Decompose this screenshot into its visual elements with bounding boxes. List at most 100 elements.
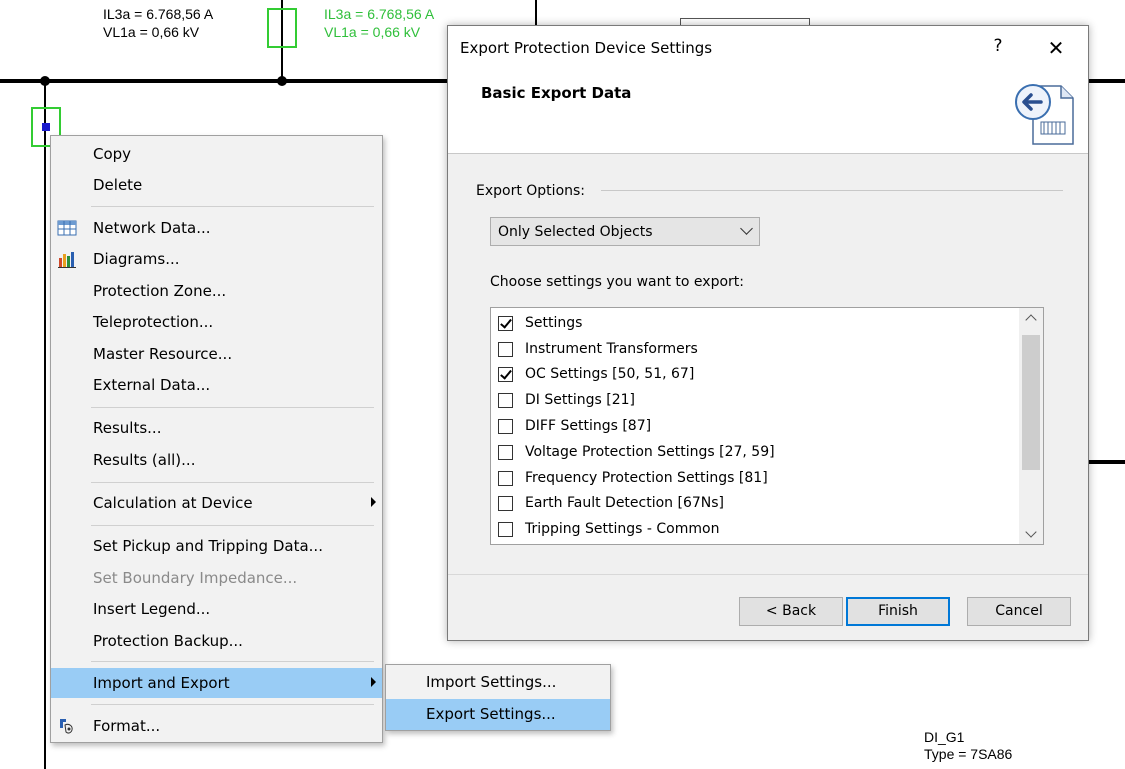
wizard-step-heading: Basic Export Data	[481, 84, 632, 102]
chevron-down-icon	[740, 222, 753, 235]
menu-item-label: Results...	[93, 419, 162, 437]
menu-item-label: Protection Zone...	[93, 282, 227, 300]
export-protection-dialog: Export Protection Device Settings ? ✕ Ba…	[447, 25, 1089, 641]
submenu-arrow-icon	[371, 677, 376, 687]
menu-item-teleprotection[interactable]: Teleprotection...	[51, 307, 382, 337]
list-item-label: Settings	[525, 315, 583, 331]
menu-item-label: Calculation at Device	[93, 494, 253, 512]
menu-item-diagrams[interactable]: Diagrams...	[51, 244, 382, 274]
list-item-frequency-protection[interactable]: Frequency Protection Settings [81]	[491, 465, 1016, 491]
menu-item-label: Diagrams...	[93, 250, 180, 268]
selected-device-node[interactable]	[42, 123, 50, 131]
menu-item-network-data[interactable]: Network Data...	[51, 213, 382, 243]
scroll-down-icon[interactable]	[1019, 524, 1043, 544]
format-icon	[60, 719, 73, 734]
menu-item-label: Copy	[93, 145, 132, 163]
list-item-label: Tripping Settings - Common	[525, 521, 720, 537]
list-item-diff-settings[interactable]: DIFF Settings [87]	[491, 413, 1016, 439]
menu-item-protection-zone[interactable]: Protection Zone...	[51, 276, 382, 306]
checkbox[interactable]	[498, 496, 513, 511]
menu-item-results[interactable]: Results...	[51, 413, 382, 443]
menu-separator	[91, 525, 374, 526]
submenu-arrow-icon	[371, 497, 376, 507]
menu-item-external-data[interactable]: External Data...	[51, 370, 382, 400]
menu-item-label: Export Settings...	[426, 705, 556, 723]
menu-item-set-boundary-impedance: Set Boundary Impedance...	[51, 563, 382, 593]
checkbox[interactable]	[498, 367, 513, 382]
checkbox[interactable]	[498, 471, 513, 486]
branch-line-top-right	[535, 0, 537, 25]
scroll-up-icon[interactable]	[1019, 308, 1043, 328]
menu-item-format[interactable]: Format...	[51, 711, 382, 741]
vertical-scrollbar[interactable]	[1019, 308, 1043, 544]
menu-item-label: Import Settings...	[426, 673, 557, 691]
menu-item-label: Delete	[93, 176, 143, 194]
left-voltage-label: VL1a = 0,66 kV	[103, 24, 200, 40]
menu-item-insert-legend[interactable]: Insert Legend...	[51, 594, 382, 624]
bus-node-dot	[40, 76, 50, 86]
list-item-label: Earth Fault Detection [67Ns]	[525, 495, 725, 511]
choose-settings-label: Choose settings you want to export:	[490, 274, 745, 290]
menu-separator	[91, 407, 374, 408]
menu-item-results-all[interactable]: Results (all)...	[51, 445, 382, 475]
relay-selection-box[interactable]	[267, 8, 297, 48]
scrollbar-thumb[interactable]	[1022, 335, 1040, 470]
menu-item-delete[interactable]: Delete	[51, 170, 382, 200]
menu-item-protection-backup[interactable]: Protection Backup...	[51, 626, 382, 656]
export-options-dropdown[interactable]: Only Selected Objects	[490, 217, 760, 246]
checkbox[interactable]	[498, 393, 513, 408]
menu-item-master-resource[interactable]: Master Resource...	[51, 339, 382, 369]
menu-item-label: Network Data...	[93, 219, 211, 237]
close-button[interactable]: ✕	[1042, 36, 1070, 60]
checkbox[interactable]	[498, 342, 513, 357]
list-item-label: DI Settings [21]	[525, 392, 635, 408]
back-button[interactable]: < Back	[739, 597, 843, 626]
menu-item-export-settings[interactable]: Export Settings...	[386, 699, 610, 730]
cancel-button[interactable]: Cancel	[967, 597, 1071, 626]
list-item-label: Voltage Protection Settings [27, 59]	[525, 444, 775, 460]
list-item-oc-settings[interactable]: OC Settings [50, 51, 67]	[491, 361, 1016, 387]
menu-item-label: Protection Backup...	[93, 632, 243, 650]
chart-icon	[58, 252, 76, 268]
menu-item-calculation-at-device[interactable]: Calculation at Device	[51, 488, 382, 518]
menu-item-import-and-export[interactable]: Import and Export	[51, 668, 382, 698]
export-document-icon	[1015, 84, 1074, 145]
dropdown-value: Only Selected Objects	[498, 224, 653, 240]
list-item-earth-fault-detection[interactable]: Earth Fault Detection [67Ns]	[491, 490, 1016, 516]
list-item-label: Frequency Protection Settings [81]	[525, 470, 768, 486]
menu-item-copy[interactable]: Copy	[51, 139, 382, 169]
list-item-label: OC Settings [50, 51, 67]	[525, 366, 695, 382]
dialog-title: Export Protection Device Settings	[460, 39, 713, 57]
menu-item-label: Set Pickup and Tripping Data...	[93, 537, 323, 555]
list-item-di-settings[interactable]: DI Settings [21]	[491, 387, 1016, 413]
menu-item-label: Teleprotection...	[93, 313, 214, 331]
right-current-label: IL3a = 6.768,56 A	[324, 6, 435, 22]
menu-item-label: Format...	[93, 717, 161, 735]
list-item-instrument-transformers[interactable]: Instrument Transformers	[491, 336, 1016, 362]
menu-item-label: External Data...	[93, 376, 211, 394]
export-options-label: Export Options:	[476, 183, 586, 199]
checkbox[interactable]	[498, 316, 513, 331]
checkbox[interactable]	[498, 522, 513, 537]
menu-item-set-pickup-tripping[interactable]: Set Pickup and Tripping Data...	[51, 531, 382, 561]
wizard-header: Basic Export Data	[448, 70, 1088, 154]
menu-item-import-settings[interactable]: Import Settings...	[386, 667, 610, 698]
dialog-title-bar[interactable]: Export Protection Device Settings ? ✕	[448, 26, 1088, 70]
group-divider	[601, 190, 1063, 191]
menu-separator	[91, 482, 374, 483]
menu-item-label: Insert Legend...	[93, 600, 211, 618]
import-export-submenu: Import Settings... Export Settings...	[385, 664, 611, 731]
list-item-tripping-settings-common[interactable]: Tripping Settings - Common	[491, 516, 1016, 542]
list-item-settings[interactable]: Settings	[491, 310, 1016, 336]
device-name-label: DI_G1	[924, 729, 965, 745]
checkbox[interactable]	[498, 445, 513, 460]
footer-divider	[448, 574, 1088, 575]
table-icon	[57, 220, 77, 236]
finish-button[interactable]: Finish	[846, 597, 950, 626]
checkbox[interactable]	[498, 419, 513, 434]
help-button[interactable]: ?	[984, 36, 1012, 60]
context-menu: Copy Delete Network Data... Diagrams... …	[50, 135, 383, 743]
list-item-voltage-protection[interactable]: Voltage Protection Settings [27, 59]	[491, 439, 1016, 465]
settings-checklist[interactable]: Settings Instrument Transformers OC Sett…	[490, 307, 1044, 545]
device-type-label: Type = 7SA86	[924, 746, 1013, 762]
